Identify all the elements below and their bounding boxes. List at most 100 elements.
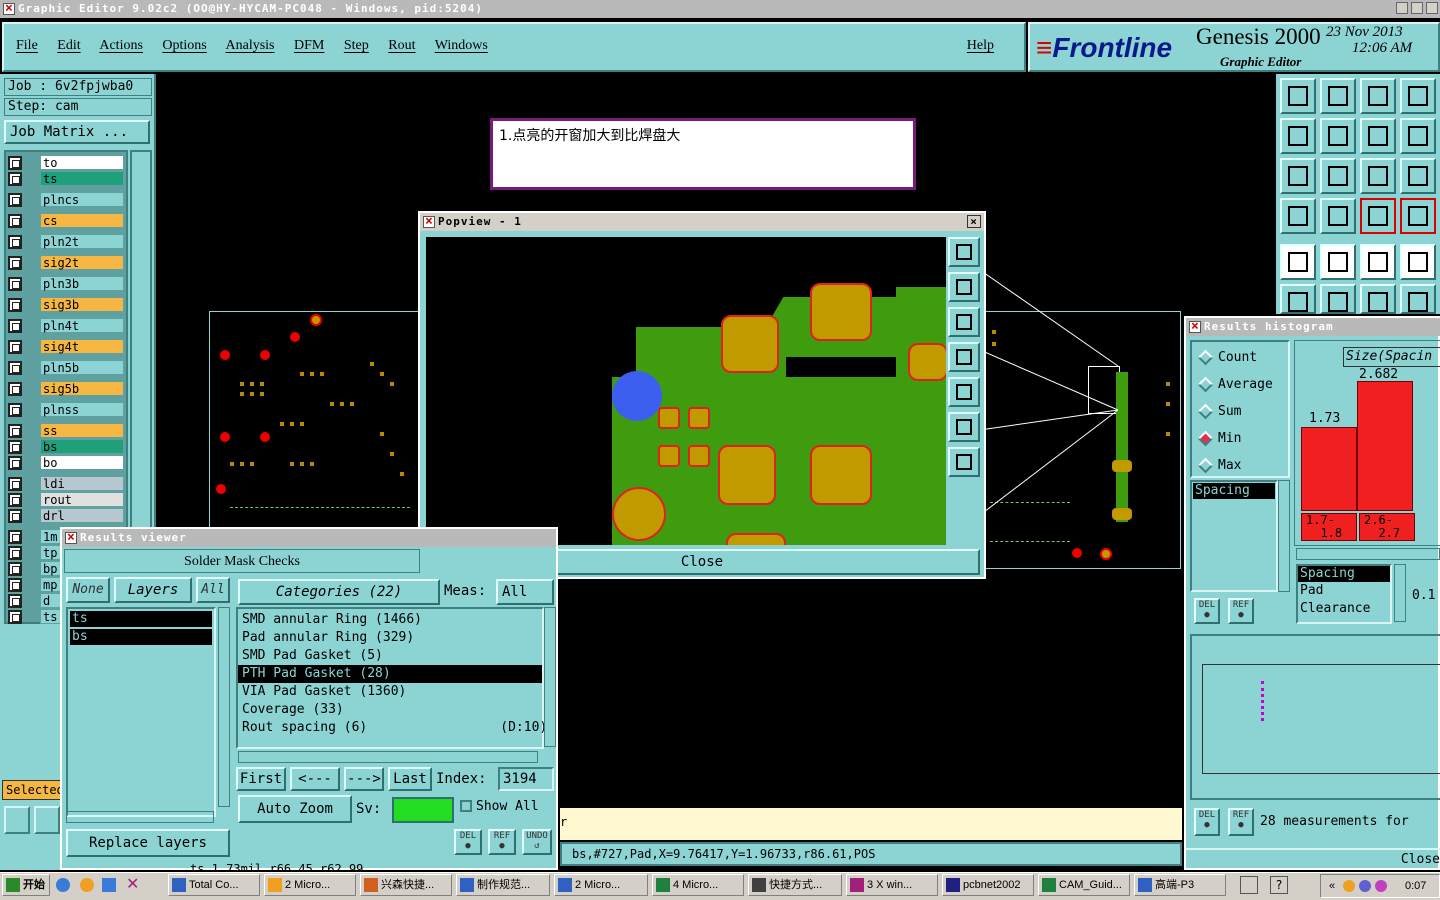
help-icon[interactable]: ? bbox=[1270, 876, 1288, 894]
pan-icon[interactable] bbox=[1400, 78, 1436, 114]
next-icon[interactable] bbox=[1320, 118, 1356, 154]
layer-name[interactable]: cs bbox=[40, 213, 124, 228]
layer-checkbox[interactable] bbox=[8, 477, 22, 491]
layer-checkbox[interactable] bbox=[8, 235, 22, 249]
menu-analysis[interactable]: Analysis bbox=[226, 38, 275, 53]
layer-name[interactable]: plncs bbox=[40, 192, 124, 207]
radio-icon[interactable] bbox=[1197, 403, 1214, 420]
layer-name[interactable]: ldi bbox=[40, 476, 124, 491]
histogram-option[interactable]: Min bbox=[1192, 429, 1288, 449]
histogram-ref-button[interactable]: REF ● bbox=[1228, 598, 1254, 624]
layer-checkbox[interactable] bbox=[8, 361, 22, 375]
layer-row[interactable]: pln4t bbox=[8, 317, 124, 335]
layer-row[interactable]: plncs bbox=[8, 191, 124, 209]
mirror-icon[interactable] bbox=[1400, 118, 1436, 154]
histogram-del-button[interactable]: DEL ● bbox=[1194, 598, 1220, 624]
taskbar-item[interactable]: 4 Micro... bbox=[652, 874, 744, 896]
menu-step[interactable]: Step bbox=[344, 38, 369, 53]
menu-options[interactable]: Options bbox=[162, 38, 206, 53]
layer-checkbox[interactable] bbox=[8, 403, 22, 417]
zoom-home-icon[interactable] bbox=[1280, 78, 1316, 114]
tray-expand-icon[interactable]: « bbox=[1329, 875, 1335, 897]
layer-name[interactable]: pln2t bbox=[40, 234, 124, 249]
maximize-icon[interactable] bbox=[1411, 2, 1423, 14]
layer-name[interactable]: sig2t bbox=[40, 255, 124, 270]
menu-help[interactable]: Help bbox=[967, 38, 994, 54]
result-layer-item[interactable]: ts bbox=[70, 611, 212, 627]
popview-pan-left-icon[interactable] bbox=[948, 342, 980, 372]
del-button[interactable]: DEL ● bbox=[454, 829, 482, 855]
histogram-list2-scroll[interactable] bbox=[1394, 564, 1406, 622]
meas-select[interactable]: All bbox=[496, 579, 554, 605]
layer-row[interactable]: sig3b bbox=[8, 296, 124, 314]
rotate-icon[interactable] bbox=[1360, 118, 1396, 154]
layer-name[interactable]: ss bbox=[40, 423, 124, 438]
prev-button[interactable]: <--- bbox=[290, 767, 340, 791]
tray-icon[interactable] bbox=[1359, 880, 1371, 892]
ref-button[interactable]: REF ● bbox=[488, 829, 516, 855]
close-icon[interactable] bbox=[1426, 2, 1438, 14]
categories-vscroll[interactable] bbox=[544, 607, 556, 747]
menu-windows[interactable]: Windows bbox=[435, 38, 488, 53]
layer-name[interactable]: drl bbox=[40, 508, 124, 523]
menu-edit[interactable]: Edit bbox=[57, 38, 80, 53]
taskbar-item[interactable]: 3 X win... bbox=[846, 874, 938, 896]
layer-name[interactable]: sig4t bbox=[40, 339, 124, 354]
histogram-ref-button-2[interactable]: REF ● bbox=[1228, 808, 1254, 836]
replace-layers-button[interactable]: Replace layers bbox=[66, 829, 230, 857]
edit-tool-icon[interactable] bbox=[34, 806, 60, 834]
layer-name[interactable]: sig5b bbox=[40, 381, 124, 396]
auto-zoom-select[interactable]: Auto Zoom bbox=[238, 795, 352, 823]
histogram-option[interactable]: Max bbox=[1192, 456, 1288, 476]
radio-icon[interactable] bbox=[1197, 376, 1214, 393]
taskbar-item[interactable]: 兴森快捷... bbox=[360, 874, 452, 896]
net-icon[interactable] bbox=[1280, 284, 1316, 314]
layer-checkbox[interactable] bbox=[8, 610, 22, 624]
first-button[interactable]: First bbox=[236, 767, 286, 791]
tray-icon[interactable] bbox=[1343, 880, 1355, 892]
taskbar-item[interactable]: 快捷方式... bbox=[748, 874, 842, 896]
histogram-list-scroll[interactable] bbox=[1278, 480, 1290, 592]
histogram-list2-item[interactable]: Spacing bbox=[1298, 566, 1390, 582]
layer-checkbox[interactable] bbox=[8, 172, 22, 186]
layer-list-hscroll[interactable] bbox=[66, 811, 214, 823]
radio-icon[interactable] bbox=[1197, 457, 1214, 474]
category-item[interactable]: PTH Pad Gasket (28) bbox=[238, 665, 542, 683]
histogram-list2-item[interactable]: Pad bbox=[1298, 582, 1390, 600]
fit-icon[interactable] bbox=[1280, 158, 1316, 194]
layer-name[interactable]: bo bbox=[40, 455, 124, 470]
menu-dfm[interactable]: DFM bbox=[294, 38, 324, 53]
taskbar-item[interactable]: Total Co... bbox=[168, 874, 260, 896]
layer-row[interactable]: ts bbox=[8, 170, 124, 188]
radio-icon[interactable] bbox=[1197, 430, 1214, 447]
popview-pan-right-icon[interactable] bbox=[948, 377, 980, 407]
layer-checkbox[interactable] bbox=[8, 319, 22, 333]
edit-red-icon[interactable] bbox=[1320, 244, 1356, 280]
layer-name[interactable]: to bbox=[40, 155, 124, 170]
popview-center-icon[interactable] bbox=[948, 447, 980, 477]
home-icon[interactable] bbox=[1360, 78, 1396, 114]
popview-fit-icon[interactable] bbox=[948, 412, 980, 442]
help-icon[interactable] bbox=[1400, 158, 1436, 194]
cross-icon[interactable] bbox=[1320, 284, 1356, 314]
grid-icon[interactable] bbox=[1320, 198, 1356, 234]
next-button[interactable]: ---> bbox=[344, 767, 384, 791]
layer-row[interactable]: plnss bbox=[8, 401, 124, 419]
prev-icon[interactable] bbox=[1280, 118, 1316, 154]
ie-icon[interactable] bbox=[56, 878, 70, 892]
layers-none-button[interactable]: None bbox=[66, 577, 110, 603]
layer-checkbox[interactable] bbox=[8, 256, 22, 270]
center-icon[interactable] bbox=[1320, 158, 1356, 194]
layer-row[interactable]: sig2t bbox=[8, 254, 124, 272]
category-item[interactable]: Rout spacing (6) (D:10) bbox=[238, 719, 547, 737]
category-item[interactable]: SMD annular Ring (1466) bbox=[238, 611, 542, 629]
layer-checkbox[interactable] bbox=[8, 456, 22, 470]
layer-checkbox[interactable] bbox=[8, 440, 22, 454]
layer-checkbox[interactable] bbox=[8, 382, 22, 396]
categories-button[interactable]: Categories (22) bbox=[238, 579, 440, 605]
layer-list-vscroll[interactable] bbox=[218, 607, 230, 807]
layer-name[interactable]: sig3b bbox=[40, 297, 124, 312]
menu-actions[interactable]: Actions bbox=[99, 38, 143, 53]
undo-button[interactable]: UNDO ↺ bbox=[522, 829, 552, 855]
layer-name[interactable]: bs bbox=[40, 439, 124, 454]
